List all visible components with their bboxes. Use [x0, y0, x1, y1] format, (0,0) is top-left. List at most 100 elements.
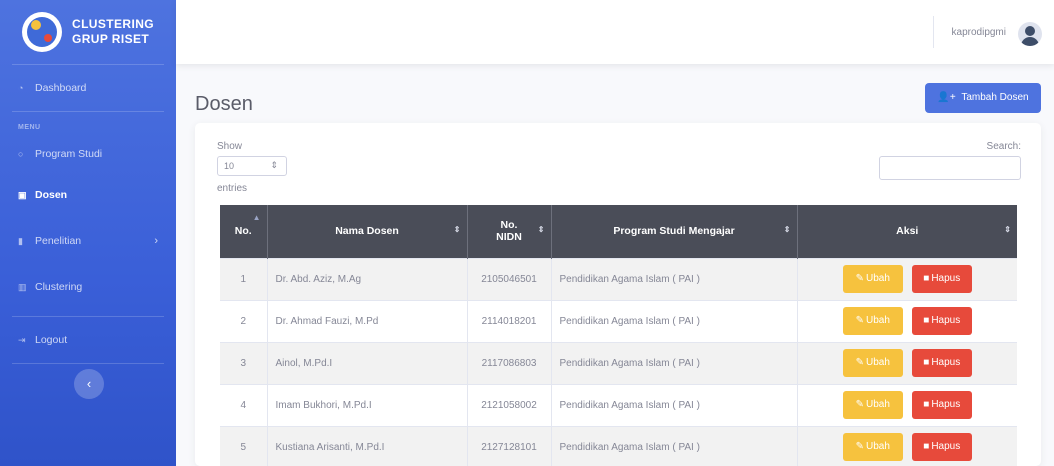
- sidebar-item-logout[interactable]: ⇥ Logout: [0, 317, 176, 363]
- sidebar-item-program-studi[interactable]: ○ Program Studi: [0, 136, 176, 172]
- topbar: kaprodipgmi: [176, 0, 1054, 64]
- brand-title: CLUSTERING GRUP RISET: [72, 17, 154, 47]
- sidebar-item-dosen[interactable]: ▣ Dosen: [0, 172, 176, 218]
- chalkboard-icon: ▣: [18, 189, 27, 200]
- add-dosen-label: Tambah Dosen: [961, 92, 1029, 103]
- entries-select[interactable]: 10 ⇕: [217, 156, 287, 176]
- circle-icon: ○: [18, 149, 24, 159]
- edit-icon: ✎: [855, 315, 864, 326]
- trash-icon: ■: [923, 399, 930, 410]
- sidebar-divider: [12, 111, 164, 112]
- tachometer-icon: ◔: [18, 83, 24, 93]
- select-arrows-icon: ⇕: [270, 160, 278, 170]
- cell-program-studi: Pendidikan Agama Islam ( PAI ): [550, 341, 797, 384]
- delete-button[interactable]: ■ Hapus: [911, 433, 972, 462]
- trash-icon: ■: [923, 273, 930, 284]
- sign-out-icon: ⇥: [18, 334, 26, 345]
- column-header-program-studi[interactable]: Program Studi Mengajar ⇕: [550, 205, 797, 258]
- cell-nidn: 2127128101: [466, 425, 551, 466]
- user-plus-icon: 👤+: [937, 92, 956, 103]
- sidebar-brand[interactable]: CLUSTERING GRUP RISET: [0, 0, 176, 64]
- sidebar-toggle-button[interactable]: ‹: [74, 369, 104, 399]
- cell-nama-dosen: Imam Bukhori, M.Pd.I: [266, 383, 467, 426]
- sidebar-item-label: Clustering: [35, 281, 83, 293]
- sort-icon: ⇕: [453, 225, 461, 234]
- edit-icon: ✎: [855, 357, 864, 368]
- sidebar-item-label: Dosen: [35, 189, 68, 201]
- sidebar-divider: [12, 363, 164, 364]
- cell-nidn: 2105046501: [466, 257, 551, 300]
- bars-icon: ▥: [18, 281, 27, 292]
- delete-button[interactable]: ■ Hapus: [911, 391, 972, 419]
- show-label: Show: [217, 141, 243, 152]
- cell-nidn: 2121058002: [466, 383, 551, 426]
- cell-aksi: ✎ Ubah ■ Hapus: [796, 425, 1017, 466]
- cell-aksi: ✎ Ubah ■ Hapus: [796, 341, 1017, 384]
- edit-icon: ✎: [855, 399, 864, 410]
- sidebar-item-dashboard[interactable]: ◔ Dashboard: [0, 65, 176, 111]
- table-row: 2 Dr. Ahmad Fauzi, M.Pd 2114018201 Pendi…: [220, 299, 1017, 342]
- search-label: Search:: [986, 141, 1021, 152]
- cell-no: 3: [220, 341, 267, 384]
- column-header-nama-dosen[interactable]: Nama Dosen ⇕: [266, 205, 467, 258]
- brand-line-2: GRUP RISET: [72, 32, 150, 46]
- cell-nidn: 2114018201: [466, 299, 551, 342]
- edit-button[interactable]: ✎ Ubah: [842, 349, 903, 377]
- cell-nama-dosen: Dr. Abd. Aziz, M.Ag: [266, 257, 467, 300]
- cell-nama-dosen: Dr. Ahmad Fauzi, M.Pd: [266, 299, 467, 342]
- brand-line-1: CLUSTERING: [72, 17, 154, 31]
- sort-icon: ⇕: [1004, 225, 1011, 234]
- cell-no: 4: [220, 383, 267, 426]
- chevron-left-icon: ‹: [86, 376, 92, 391]
- column-header-no[interactable]: No. ▲: [220, 205, 267, 258]
- sort-icon: ⇕: [537, 225, 545, 234]
- cell-program-studi: Pendidikan Agama Islam ( PAI ): [550, 383, 797, 426]
- cell-aksi: ✎ Ubah ■ Hapus: [796, 383, 1017, 426]
- cell-aksi: ✎ Ubah ■ Hapus: [796, 257, 1017, 300]
- sidebar-item-clustering[interactable]: ▥ Clustering: [0, 264, 176, 310]
- search-input[interactable]: [879, 156, 1021, 180]
- trash-icon: ■: [923, 357, 930, 368]
- edit-button[interactable]: ✎ Ubah: [842, 307, 903, 335]
- sidebar-item-label: Program Studi: [35, 148, 103, 160]
- column-header-nidn[interactable]: No. NIDN ⇕: [466, 205, 551, 258]
- table-row: 3 Ainol, M.Pd.I 2117086803 Pendidikan Ag…: [220, 341, 1017, 384]
- sidebar-item-penelitian[interactable]: ▮ Penelitian ›: [0, 218, 176, 264]
- edit-button[interactable]: ✎ Ubah: [842, 391, 903, 419]
- edit-button[interactable]: ✎ Ubah: [842, 433, 903, 462]
- table-row: 4 Imam Bukhori, M.Pd.I 2121058002 Pendid…: [220, 383, 1017, 426]
- add-dosen-button[interactable]: 👤+ Tambah Dosen: [925, 83, 1041, 113]
- sidebar-heading: MENU: [18, 124, 41, 131]
- chart-icon: ▮: [18, 235, 23, 246]
- delete-button[interactable]: ■ Hapus: [911, 307, 972, 335]
- brand-logo-icon: [22, 12, 62, 52]
- cell-nama-dosen: Kustiana Arisanti, M.Pd.I: [266, 425, 467, 466]
- edit-icon: ✎: [855, 441, 864, 453]
- trash-icon: ■: [923, 315, 930, 326]
- sort-asc-icon: ▲: [252, 213, 261, 222]
- user-name[interactable]: kaprodipgmi: [952, 27, 1006, 38]
- column-header-aksi[interactable]: Aksi ⇕: [796, 205, 1017, 258]
- page-title: Dosen: [195, 93, 253, 115]
- edit-icon: ✎: [855, 273, 864, 284]
- trash-icon: ■: [923, 441, 930, 453]
- cell-no: 1: [220, 257, 267, 300]
- cell-program-studi: Pendidikan Agama Islam ( PAI ): [550, 257, 797, 300]
- entries-value: 10: [224, 161, 235, 171]
- sidebar: CLUSTERING GRUP RISET ◔ Dashboard MENU ○…: [0, 0, 176, 466]
- dosen-card: Show 10 ⇕ entries Search: No. ▲ Nama Dos…: [195, 123, 1041, 466]
- chevron-right-icon: ›: [154, 235, 158, 247]
- table-header-row: No. ▲ Nama Dosen ⇕ No. NIDN ⇕ Program St…: [220, 205, 1017, 258]
- table-row: 5 Kustiana Arisanti, M.Pd.I 2127128101 P…: [220, 425, 1017, 466]
- cell-no: 2: [220, 299, 267, 342]
- delete-button[interactable]: ■ Hapus: [911, 349, 972, 377]
- topbar-divider: [933, 16, 934, 48]
- cell-nama-dosen: Ainol, M.Pd.I: [266, 341, 467, 384]
- avatar[interactable]: [1018, 22, 1042, 46]
- edit-button[interactable]: ✎ Ubah: [842, 265, 903, 293]
- delete-button[interactable]: ■ Hapus: [911, 265, 972, 293]
- table-row: 1 Dr. Abd. Aziz, M.Ag 2105046501 Pendidi…: [220, 257, 1017, 300]
- sidebar-item-label: Logout: [35, 334, 68, 346]
- sidebar-item-label: Penelitian: [35, 235, 82, 247]
- entries-label: entries: [217, 183, 248, 194]
